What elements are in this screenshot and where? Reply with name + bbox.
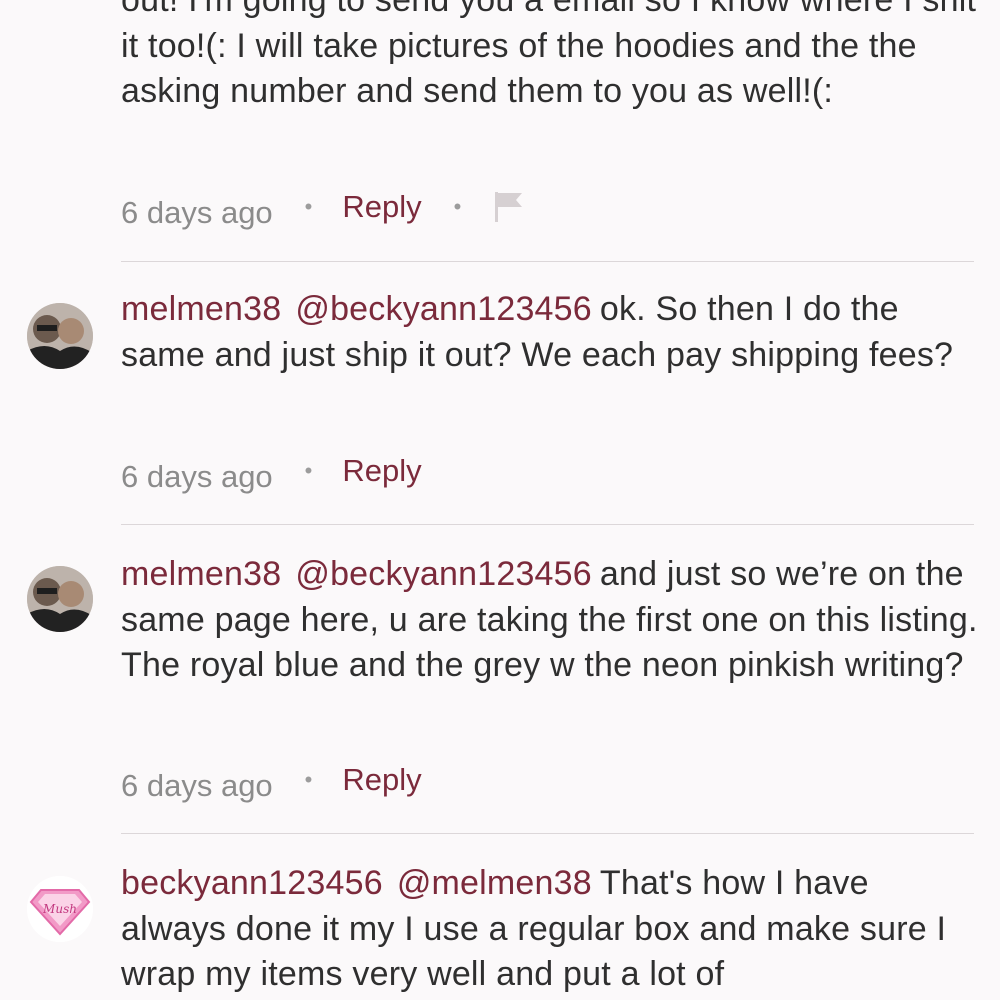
comment-timestamp: 6 days ago — [121, 459, 273, 494]
reply-button[interactable]: Reply — [342, 453, 421, 489]
superman-shield-icon: Mush — [27, 876, 93, 942]
separator-dot: • — [453, 194, 462, 219]
avatar[interactable] — [27, 303, 93, 369]
divider — [121, 833, 974, 834]
comment-text: melmen38 @beckyann123456 ok. So then I do … — [121, 287, 981, 378]
comment-timestamp: 6 days ago — [121, 768, 273, 803]
separator-dot: • — [304, 767, 313, 792]
svg-text:Mush: Mush — [42, 902, 77, 916]
separator-dot: • — [304, 458, 313, 483]
comment-text: melmen38 @beckyann123456 and just so we’re… — [121, 552, 981, 689]
comment-body: out! I'm going to send you a email so I … — [121, 0, 977, 110]
reply-button[interactable]: Reply — [342, 189, 421, 225]
comments-feed: out! I'm going to send you a email so I … — [0, 0, 1000, 1000]
separator-dot: • — [304, 194, 313, 219]
comment-meta: 6 days ago • Reply • — [121, 185, 527, 230]
comment-text: out! I'm going to send you a email so I … — [121, 0, 981, 115]
comment-mention[interactable]: @beckyann123456 — [295, 555, 592, 593]
comment-username[interactable]: melmen38 — [121, 290, 281, 328]
divider — [121, 261, 974, 262]
divider — [121, 524, 974, 525]
comment-timestamp: 6 days ago — [121, 195, 273, 230]
comment-meta: 6 days ago • Reply — [121, 758, 422, 803]
avatar[interactable] — [27, 566, 93, 632]
avatar[interactable]: Mush — [27, 876, 93, 942]
comment-mention[interactable]: @beckyann123456 — [295, 290, 592, 328]
comment-meta: 6 days ago • Reply — [121, 449, 422, 494]
flag-icon[interactable] — [491, 189, 527, 233]
comment-username[interactable]: melmen38 — [121, 555, 281, 593]
reply-button[interactable]: Reply — [342, 762, 421, 798]
comment-username[interactable]: beckyann123456 — [121, 864, 383, 902]
comment-mention[interactable]: @melmen38 — [397, 864, 592, 902]
comment-text: beckyann123456 @melmen38 That's how I have… — [121, 861, 981, 998]
